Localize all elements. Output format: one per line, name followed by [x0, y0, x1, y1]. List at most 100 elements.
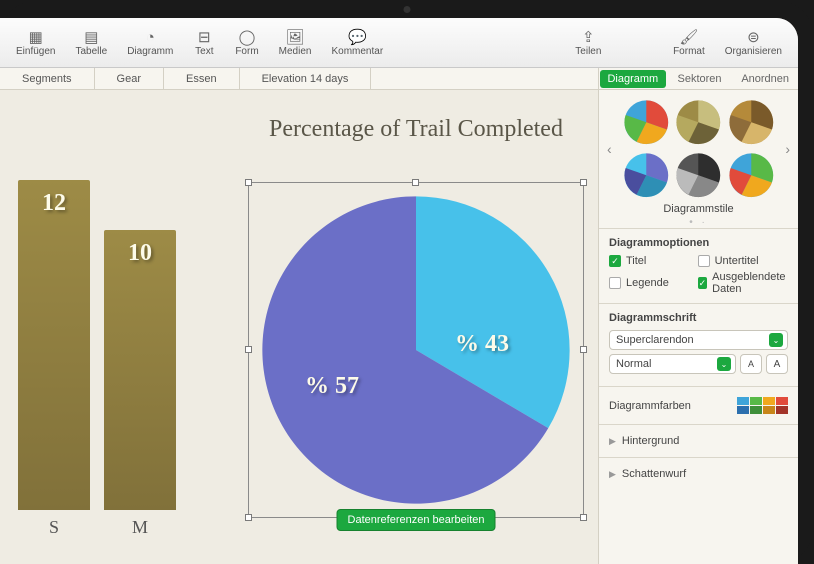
styles-prev[interactable]: ‹ [603, 141, 616, 157]
chart-style-option[interactable] [622, 151, 671, 200]
bar-value: 12 [18, 190, 90, 217]
color-swatches[interactable] [737, 397, 788, 414]
chk-label: Titel [626, 255, 646, 267]
select-value: Normal [616, 358, 651, 370]
sheet-tab-segments[interactable]: Segments [0, 68, 95, 89]
toolbar-chart-label: Diagramm [127, 46, 173, 57]
pager-dots[interactable]: • · [599, 217, 798, 228]
organize-icon: ⊜ [742, 28, 764, 46]
font-smaller-button[interactable]: A [740, 354, 762, 374]
toolbar-table[interactable]: ▤ Tabelle [65, 24, 117, 61]
resize-handle[interactable] [580, 514, 587, 521]
inspector-tab-label: Diagramm [607, 73, 658, 85]
share-icon: ⇪ [577, 28, 599, 46]
disclosure-label: Schattenwurf [622, 468, 686, 480]
text-icon: ⊟ [193, 28, 215, 46]
chart-styles-row: ‹ › [599, 90, 798, 201]
chart-styles-label: Diagrammstile [599, 201, 798, 217]
resize-handle[interactable] [412, 179, 419, 186]
font-family-select[interactable]: Superclarendon ⌄ [609, 330, 788, 350]
chk-ausgeblendete[interactable]: ✓ Ausgeblendete Daten [698, 271, 788, 295]
format-inspector: ‹ › Diagrammstile • · Diagrammoption [598, 90, 798, 564]
chk-label: Ausgeblendete Daten [712, 271, 788, 295]
checkbox-icon: ✓ [698, 277, 708, 289]
resize-handle[interactable] [245, 179, 252, 186]
button-label: Datenreferenzen bearbeiten [348, 514, 485, 526]
sheet-tab-elevation[interactable]: Elevation 14 days [240, 68, 372, 89]
chart-style-option[interactable] [727, 151, 776, 200]
toolbar: ▦ Einfügen ▤ Tabelle ◔ Diagramm ⊟ Text ◯ [0, 18, 798, 68]
chk-titel[interactable]: ✓ Titel [609, 255, 690, 267]
disclosure-label: Hintergrund [622, 435, 679, 447]
inspector-tab-chart[interactable]: Diagramm [600, 70, 666, 88]
sheet-tab-essen[interactable]: Essen [164, 68, 240, 89]
toolbar-comment[interactable]: 💬 Kommentar [321, 24, 393, 61]
pie-chart [249, 183, 583, 517]
brush-icon: 🖌 [678, 28, 700, 46]
chart-options-section: Diagrammoptionen ✓ Titel Untertitel Legen… [599, 228, 798, 303]
chart-style-option[interactable] [674, 98, 723, 147]
axis-label: M [104, 517, 176, 538]
chart-style-option[interactable] [674, 151, 723, 200]
plus-box-icon: ▦ [25, 28, 47, 46]
styles-next[interactable]: › [781, 141, 794, 157]
inspector-tab-sectors[interactable]: Sektoren [667, 68, 733, 89]
inspector-tab-arrange[interactable]: Anordnen [732, 68, 798, 89]
resize-handle[interactable] [245, 346, 252, 353]
sheet-tab-label: Gear [117, 73, 141, 85]
toolbar-media[interactable]: 🖼 Medien [269, 24, 322, 61]
sheet-tabs: Segments Gear Essen Elevation 14 days [0, 68, 598, 90]
table-icon: ▤ [80, 28, 102, 46]
sheet-tab-label: Elevation 14 days [262, 73, 349, 85]
bar-s: 12 [18, 180, 90, 510]
resize-handle[interactable] [580, 179, 587, 186]
font-larger-button[interactable]: A [766, 354, 788, 374]
chevron-down-icon: ⌄ [717, 357, 731, 371]
toolbar-text[interactable]: ⊟ Text [183, 24, 225, 61]
sheet-tab-gear[interactable]: Gear [95, 68, 164, 89]
toolbar-organize[interactable]: ⊜ Organisieren [715, 24, 792, 61]
section-title: Diagrammschrift [609, 312, 788, 324]
bar-chart[interactable]: 12 10 S M [0, 146, 210, 546]
canvas[interactable]: 12 10 S M Percentage of Trail Completed [0, 90, 598, 564]
chart-style-option[interactable] [727, 98, 776, 147]
chevron-down-icon: ⌄ [769, 333, 783, 347]
inspector-tabs: Diagramm Sektoren Anordnen [598, 68, 798, 90]
toolbar-shape-label: Form [235, 46, 258, 57]
pie-chart-selection[interactable]: % 43 % 57 Datenreferenzen bearbeiten [248, 182, 584, 518]
pie-chart-title: Percentage of Trail Completed [256, 116, 576, 143]
comment-icon: 💬 [346, 28, 368, 46]
toolbar-format[interactable]: 🖌 Format [663, 24, 715, 61]
toolbar-chart[interactable]: ◔ Diagramm [117, 24, 183, 61]
chevron-right-icon: ▶ [609, 436, 616, 447]
disclosure-shadow[interactable]: ▶ Schattenwurf [599, 457, 798, 490]
resize-handle[interactable] [580, 346, 587, 353]
checkbox-icon [698, 255, 710, 267]
sheet-tab-label: Segments [22, 73, 72, 85]
toolbar-shape[interactable]: ◯ Form [225, 24, 268, 61]
chart-style-option[interactable] [622, 98, 671, 147]
checkbox-icon [609, 277, 621, 289]
media-icon: 🖼 [284, 28, 306, 46]
chart-colors-row[interactable]: Diagrammfarben [599, 386, 798, 424]
resize-handle[interactable] [245, 514, 252, 521]
chk-legende[interactable]: Legende [609, 271, 690, 295]
toolbar-text-label: Text [195, 46, 213, 57]
section-title: Diagrammoptionen [609, 237, 788, 249]
toolbar-insert-label: Einfügen [16, 46, 55, 57]
inspector-tab-label: Sektoren [677, 73, 721, 85]
disclosure-background[interactable]: ▶ Hintergrund [599, 424, 798, 457]
toolbar-organize-label: Organisieren [725, 46, 782, 57]
toolbar-table-label: Tabelle [75, 46, 107, 57]
bar-m: 10 [104, 230, 176, 510]
edit-data-references-button[interactable]: Datenreferenzen bearbeiten [337, 509, 496, 531]
toolbar-share-label: Teilen [575, 46, 601, 57]
toolbar-share[interactable]: ⇪ Teilen [565, 24, 611, 61]
chk-untertitel[interactable]: Untertitel [698, 255, 788, 267]
chart-font-section: Diagrammschrift Superclarendon ⌄ Normal … [599, 303, 798, 386]
font-weight-select[interactable]: Normal ⌄ [609, 354, 736, 374]
shape-icon: ◯ [236, 28, 258, 46]
toolbar-insert[interactable]: ▦ Einfügen [6, 24, 65, 61]
chk-label: Legende [626, 277, 669, 289]
checkbox-icon: ✓ [609, 255, 621, 267]
